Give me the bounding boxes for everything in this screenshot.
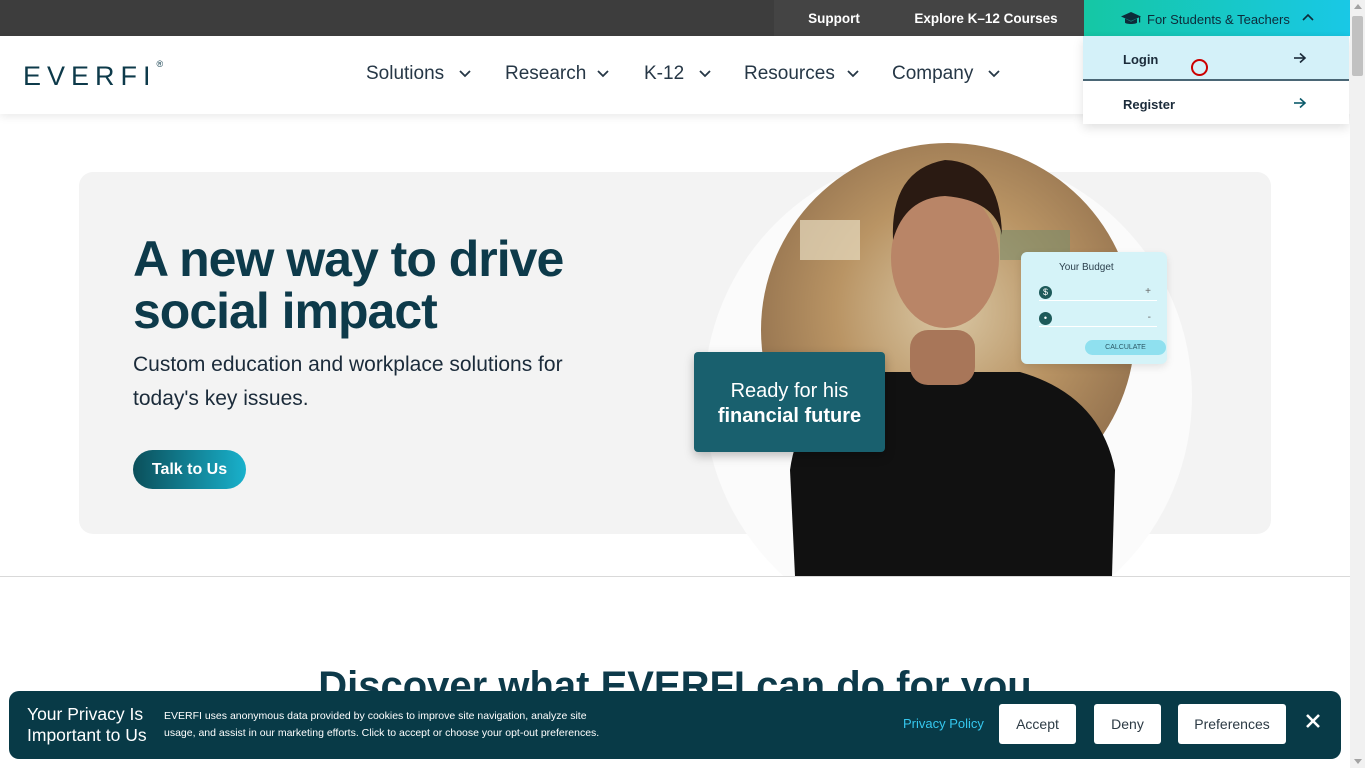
chevron-down-icon (459, 70, 471, 78)
hero-subtitle: Custom education and workplace solutions… (133, 353, 563, 410)
nav-company-label: Company (892, 63, 974, 84)
login-label: Login (1123, 52, 1159, 67)
privacy-title: Your Privacy Is Important to Us (27, 704, 147, 745)
close-icon[interactable] (1304, 712, 1322, 730)
scroll-up-icon[interactable] (1354, 4, 1362, 9)
nav-research-label: Research (505, 63, 587, 84)
nav-solutions-label: Solutions (366, 63, 445, 84)
nav-solutions[interactable]: Solutions (366, 60, 476, 88)
calculate-button: CALCULATE (1085, 340, 1166, 355)
nav-k12-label: K-12 (644, 63, 685, 84)
chevron-down-icon (847, 70, 859, 78)
nav-resources-label: Resources (744, 63, 835, 84)
accept-button[interactable]: Accept (999, 704, 1076, 744)
arrow-right-icon (1294, 52, 1307, 64)
preferences-button[interactable]: Preferences (1178, 704, 1286, 744)
cart-icon: • (1039, 312, 1052, 325)
budget-widget: Your Budget $ + • - CALCULATE (1021, 252, 1167, 364)
nav-k12[interactable]: K-12 (644, 60, 716, 88)
logo-text: EVERFI (23, 61, 157, 91)
chevron-down-icon (699, 70, 711, 78)
registered-mark: ® (156, 59, 164, 69)
financial-future-card: Ready for his financial future (694, 352, 885, 452)
nav-research[interactable]: Research (505, 60, 615, 88)
budget-title: Your Budget (1059, 262, 1114, 273)
scroll-thumb[interactable] (1352, 16, 1363, 76)
card-line2: financial future (717, 405, 862, 427)
login-menu-item[interactable]: Login (1083, 36, 1349, 81)
students-teachers-label: For Students & Teachers (1147, 12, 1290, 27)
graduation-cap-icon (1121, 12, 1141, 24)
hero-title: A new way to drive social impact (133, 231, 564, 339)
card-line1: Ready for his (730, 380, 849, 402)
plus-icon: + (1145, 286, 1151, 297)
register-menu-item[interactable]: Register (1083, 81, 1349, 124)
deny-button[interactable]: Deny (1094, 704, 1161, 744)
scroll-down-icon[interactable] (1354, 759, 1362, 764)
arrow-right-icon (1294, 97, 1307, 109)
register-label: Register (1123, 97, 1176, 112)
chevron-down-icon (597, 70, 609, 78)
support-link[interactable]: Support (774, 0, 894, 36)
nav-resources[interactable]: Resources (744, 60, 864, 88)
page-scrollbar[interactable] (1350, 0, 1365, 768)
talk-to-us-button[interactable]: Talk to Us (133, 450, 246, 489)
cursor-indicator (1191, 59, 1208, 76)
utility-bar: Support Explore K–12 Courses For Student… (0, 0, 1350, 36)
chevron-up-icon (1302, 13, 1314, 21)
explore-k12-courses-link[interactable]: Explore K–12 Courses (888, 0, 1084, 36)
students-teachers-toggle[interactable]: For Students & Teachers (1084, 0, 1350, 36)
minus-icon: - (1147, 312, 1151, 323)
chevron-down-icon (988, 70, 1000, 78)
students-teachers-dropdown: Login Register (1083, 36, 1349, 124)
budget-row-income: $ + (1039, 286, 1157, 301)
privacy-banner: Your Privacy Is Important to Us EVERFI u… (9, 691, 1341, 759)
section-divider (0, 576, 1350, 577)
privacy-policy-link[interactable]: Privacy Policy (903, 716, 984, 731)
privacy-text: EVERFI uses anonymous data provided by c… (164, 710, 600, 739)
dollar-icon: $ (1039, 286, 1052, 299)
budget-row-expense: • - (1039, 312, 1157, 327)
everfi-logo[interactable]: EVERFI® (23, 59, 164, 92)
nav-company[interactable]: Company (892, 60, 1004, 88)
